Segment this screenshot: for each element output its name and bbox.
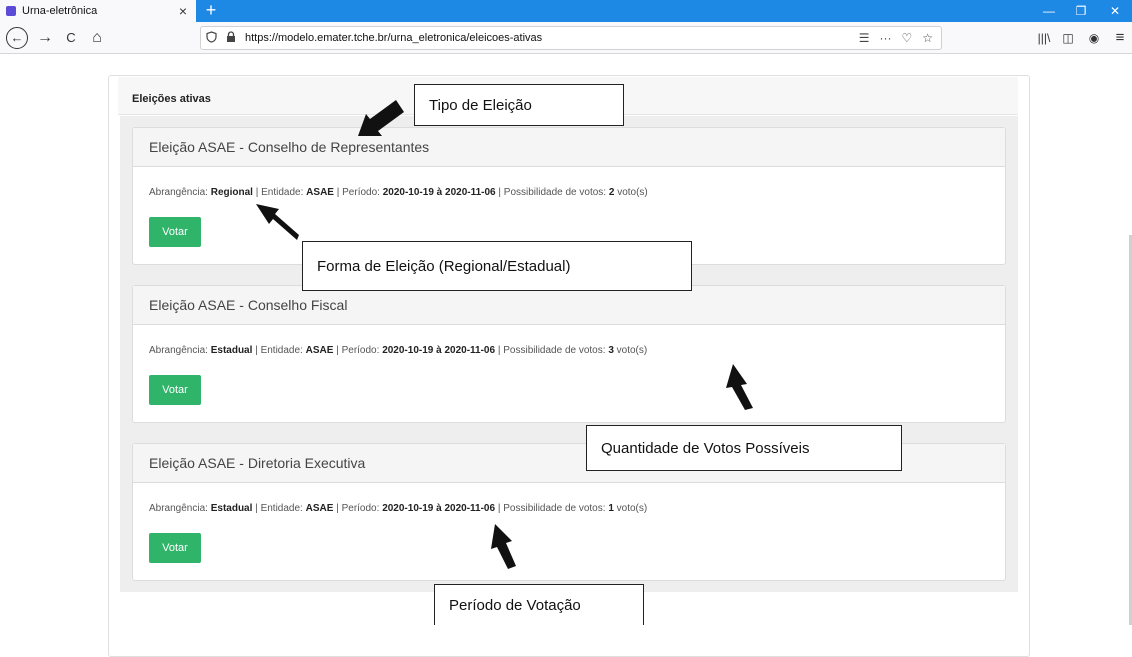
shield-icon[interactable] <box>201 30 221 46</box>
browser-navbar: ← → C ⌂ https://modelo.emater.tche.br/ur… <box>0 22 1132 54</box>
sidebar-icon[interactable]: ◫ <box>1056 27 1080 49</box>
callout-forma: Forma de Eleição (Regional/Estadual) <box>302 241 692 291</box>
election-votes: 3 <box>608 345 614 356</box>
election-period: 2020-10-19 à 2020-11-06 <box>382 503 496 514</box>
election-scope: Estadual <box>210 345 253 356</box>
browser-titlebar: Urna-eletrônica × + — ❐ ✕ <box>0 0 1132 22</box>
vote-button[interactable]: Votar <box>149 217 201 247</box>
election-info: Abrangência: Regional | Entidade: ASAE |… <box>149 187 648 198</box>
restore-icon[interactable]: ❐ <box>1066 0 1096 22</box>
bookmark-star-icon[interactable]: ☆ <box>922 31 933 45</box>
election-scope: Estadual <box>210 503 253 514</box>
election-votes: 2 <box>608 187 615 198</box>
new-tab-button[interactable]: + <box>200 0 222 22</box>
election-card: Eleição ASAE - Conselho Fiscal Abrangênc… <box>132 285 1006 423</box>
menu-icon[interactable]: ≡ <box>1108 27 1132 49</box>
lock-icon[interactable] <box>221 30 241 46</box>
back-icon[interactable]: ← <box>6 27 28 49</box>
election-period: 2020-10-19 à 2020-11-06 <box>382 187 496 198</box>
election-votes: 1 <box>608 503 614 514</box>
election-title: Eleição ASAE - Conselho Fiscal <box>133 286 1005 325</box>
election-entity: ASAE <box>306 187 334 198</box>
account-icon[interactable]: ◉ <box>1082 27 1106 49</box>
reader-view-icon[interactable]: ☰ <box>859 31 870 45</box>
election-entity: ASAE <box>305 503 334 514</box>
vote-button[interactable]: Votar <box>149 375 201 405</box>
reload-icon[interactable]: C <box>60 27 82 49</box>
callout-tipo: Tipo de Eleição <box>414 84 624 126</box>
callout-quantidade: Quantidade de Votos Possíveis <box>586 425 902 471</box>
pocket-icon[interactable]: ♡ <box>901 31 912 45</box>
election-period: 2020-10-19 à 2020-11-06 <box>382 345 496 356</box>
minimize-icon[interactable]: — <box>1034 0 1064 22</box>
election-info: Abrangência: Estadual | Entidade: ASAE |… <box>149 503 648 514</box>
url-bar[interactable]: https://modelo.emater.tche.br/urna_eletr… <box>200 26 942 50</box>
home-icon[interactable]: ⌂ <box>86 27 108 49</box>
callout-periodo: Período de Votação <box>434 584 644 625</box>
library-icon[interactable]: |||\ <box>1032 27 1056 49</box>
election-info: Abrangência: Estadual | Entidade: ASAE |… <box>149 345 648 356</box>
election-title: Eleição ASAE - Conselho de Representante… <box>133 128 1005 167</box>
close-window-icon[interactable]: ✕ <box>1100 0 1130 22</box>
vote-button[interactable]: Votar <box>149 533 201 563</box>
election-entity: ASAE <box>305 345 334 356</box>
favicon-icon <box>6 6 16 16</box>
close-tab-icon[interactable]: × <box>174 3 192 19</box>
browser-tab[interactable]: Urna-eletrônica × <box>0 0 196 22</box>
election-scope: Regional <box>210 187 253 198</box>
forward-icon[interactable]: → <box>34 27 56 49</box>
tab-title: Urna-eletrônica <box>22 5 98 17</box>
url-text[interactable]: https://modelo.emater.tche.br/urna_eletr… <box>245 32 859 44</box>
more-actions-icon[interactable]: ··· <box>879 31 891 45</box>
